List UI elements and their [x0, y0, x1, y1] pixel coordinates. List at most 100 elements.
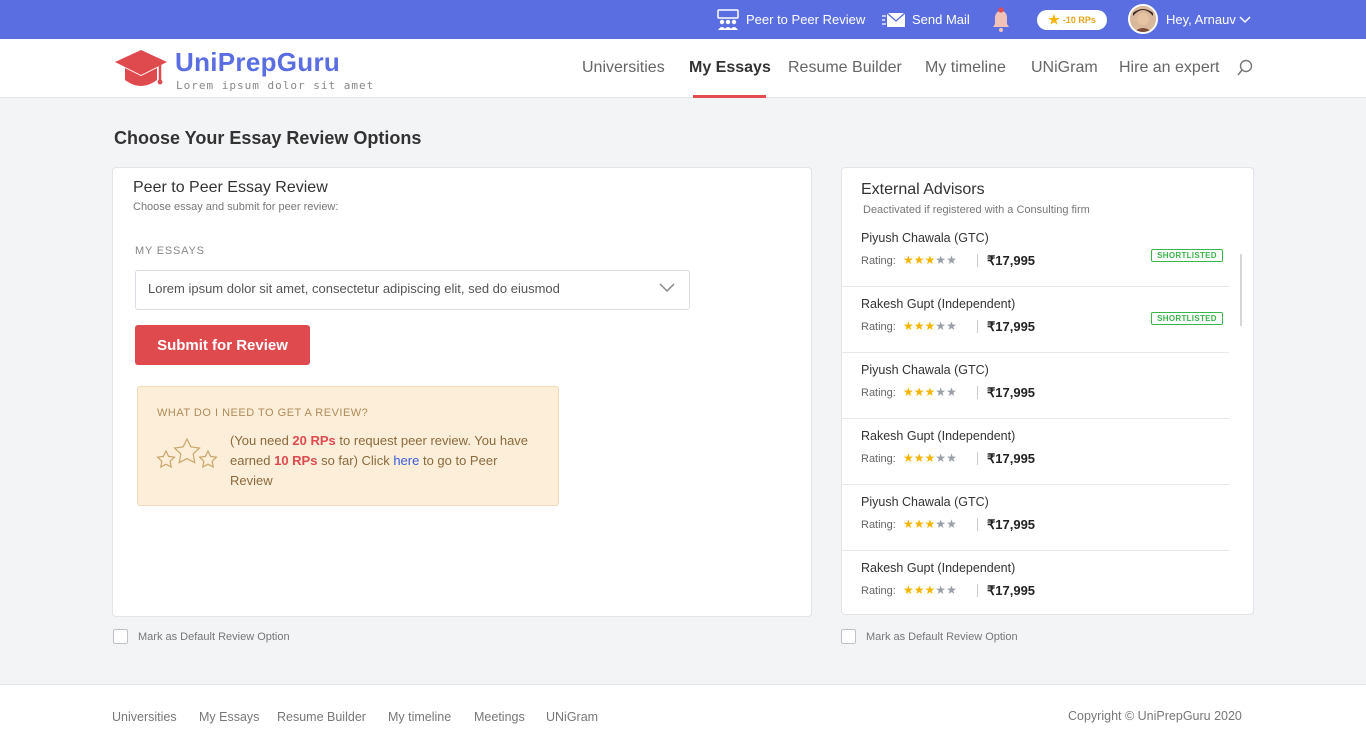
rp-earned-value: 10 RPs — [274, 453, 318, 468]
divider — [977, 584, 978, 597]
peer-review-link[interactable]: Peer to Peer Review — [716, 0, 865, 39]
copyright-text: Copyright © UniPrepGuru 2020 — [1068, 709, 1242, 723]
footer-link-resume-builder[interactable]: Resume Builder — [277, 710, 366, 724]
external-default-checkbox[interactable] — [841, 629, 856, 644]
external-advisors-subtitle: Deactivated if registered with a Consult… — [863, 204, 1090, 216]
rating-label: Rating: — [861, 387, 896, 399]
advisor-price: ₹17,995 — [987, 319, 1036, 334]
footer-link-my-timeline[interactable]: My timeline — [388, 710, 451, 724]
chevron-down-icon — [1239, 15, 1251, 23]
peer-review-here-link[interactable]: here — [393, 453, 419, 468]
peer-default-checkbox[interactable] — [113, 629, 128, 644]
info-text-part: (You need — [230, 433, 293, 448]
brand-tagline: Lorem ipsum dolor sit amet — [176, 79, 375, 92]
logo-mark[interactable] — [114, 48, 168, 97]
nav-universities[interactable]: Universities — [582, 39, 665, 98]
rating-label: Rating: — [861, 585, 896, 597]
star-filled-icon: ★ — [924, 517, 936, 531]
footer-link-universities[interactable]: Universities — [112, 710, 177, 724]
footer-link-my-essays[interactable]: My Essays — [199, 710, 259, 724]
star-empty-icon: ★ — [946, 253, 957, 267]
rating-label: Rating: — [861, 453, 896, 465]
advisor-row[interactable]: Piyush Chawala (GTC) Rating: ★★★★★ ₹17,995 S… — [842, 221, 1229, 287]
advisor-name[interactable]: Piyush Chawala (GTC) — [861, 231, 989, 245]
footer-link-unigram[interactable]: UNiGram — [546, 710, 598, 724]
star-filled-icon: ★ — [913, 253, 925, 267]
peer-review-card: Peer to Peer Essay Review Choose essay a… — [112, 167, 812, 617]
advisor-name[interactable]: Rakesh Gupt (Independent) — [861, 561, 1015, 575]
active-nav-indicator — [693, 95, 766, 98]
star-filled-icon: ★ — [924, 253, 936, 267]
shortlisted-badge: SHORTLISTED — [1151, 312, 1223, 325]
star-icon: ★ — [1048, 12, 1060, 27]
advisor-name[interactable]: Piyush Chawala (GTC) — [861, 495, 989, 509]
star-empty-icon: ★ — [935, 451, 947, 465]
mail-icon — [882, 11, 906, 27]
advisor-row[interactable]: Rakesh Gupt (Independent) Rating: ★★★★★ ₹17… — [842, 287, 1229, 353]
submit-for-review-button[interactable]: Submit for Review — [135, 325, 310, 365]
advisor-name[interactable]: Rakesh Gupt (Independent) — [861, 297, 1015, 311]
peer-review-subtitle: Choose essay and submit for peer review: — [133, 201, 339, 213]
rating-stars: ★★★★★ — [903, 517, 957, 531]
star-filled-icon: ★ — [903, 385, 914, 399]
review-requirements-text: (You need 20 RPs to request peer review.… — [230, 431, 540, 491]
advisor-price: ₹17,995 — [987, 385, 1036, 400]
rating-label: Rating: — [861, 321, 896, 333]
star-filled-icon: ★ — [903, 253, 914, 267]
advisor-price: ₹17,995 — [987, 583, 1036, 598]
send-mail-link[interactable]: Send Mail — [882, 0, 970, 39]
external-default-option[interactable]: Mark as Default Review Option — [841, 629, 1018, 644]
star-empty-icon: ★ — [946, 385, 957, 399]
rp-needed-value: 20 RPs — [292, 433, 336, 448]
advisor-name[interactable]: Rakesh Gupt (Independent) — [861, 429, 1015, 443]
star-empty-icon: ★ — [935, 319, 947, 333]
shortlisted-badge: SHORTLISTED — [1151, 249, 1223, 262]
advisor-price: ₹17,995 — [987, 253, 1036, 268]
advisor-list-scrollbar[interactable] — [1240, 254, 1242, 326]
star-filled-icon: ★ — [913, 583, 925, 597]
nav-resume-builder[interactable]: Resume Builder — [788, 39, 902, 98]
stars-icon — [156, 437, 218, 469]
divider — [977, 254, 978, 267]
user-menu[interactable]: Hey, Arnauv — [1166, 0, 1251, 39]
notifications-button[interactable] — [990, 0, 1018, 39]
rating-label: Rating: — [861, 255, 896, 267]
rating-stars: ★★★★★ — [903, 319, 957, 333]
rating-stars: ★★★★★ — [903, 451, 957, 465]
advisor-row[interactable]: Rakesh Gupt (Independent) Rating: ★★★★★ ₹17… — [842, 419, 1229, 485]
rating-stars: ★★★★★ — [903, 385, 957, 399]
advisor-row[interactable]: Piyush Chawala (GTC) Rating: ★★★★★ ₹17,995 — [842, 353, 1229, 419]
footer-link-meetings[interactable]: Meetings — [474, 710, 525, 724]
essay-select[interactable]: Lorem ipsum dolor sit amet, consectetur … — [135, 270, 690, 310]
nav-my-essays[interactable]: My Essays — [689, 39, 771, 98]
advisor-row[interactable]: Piyush Chawala (GTC) Rating: ★★★★★ ₹17,995 — [842, 485, 1229, 551]
star-filled-icon: ★ — [924, 319, 936, 333]
star-filled-icon: ★ — [924, 451, 936, 465]
divider — [977, 320, 978, 333]
chevron-down-icon — [659, 283, 675, 293]
divider — [977, 386, 978, 399]
search-icon — [1237, 59, 1253, 76]
nav-my-timeline[interactable]: My timeline — [925, 39, 1006, 98]
star-filled-icon: ★ — [913, 517, 925, 531]
avatar[interactable] — [1128, 4, 1158, 34]
external-advisors-title: External Advisors — [861, 181, 985, 198]
my-essays-label: MY ESSAYS — [135, 245, 205, 257]
nav-unigram[interactable]: UNiGram — [1031, 39, 1098, 98]
nav-hire-expert[interactable]: Hire an expert — [1119, 39, 1220, 98]
rp-balance-badge[interactable]: ★ -10 RPs — [1037, 10, 1107, 30]
peer-default-option[interactable]: Mark as Default Review Option — [113, 629, 290, 644]
external-default-label: Mark as Default Review Option — [866, 630, 1018, 643]
divider — [977, 452, 978, 465]
rating-stars: ★★★★★ — [903, 583, 957, 597]
star-filled-icon: ★ — [903, 451, 914, 465]
search-button[interactable] — [1237, 59, 1253, 81]
brand-name[interactable]: UniPrepGuru — [175, 47, 340, 78]
advisor-name[interactable]: Piyush Chawala (GTC) — [861, 363, 989, 377]
advisor-row[interactable]: Rakesh Gupt (Independent) Rating: ★★★★★ ₹17… — [842, 551, 1229, 614]
star-empty-icon: ★ — [935, 583, 947, 597]
star-empty-icon: ★ — [935, 253, 947, 267]
advisor-price: ₹17,995 — [987, 517, 1036, 532]
send-mail-label: Send Mail — [912, 12, 970, 27]
external-advisors-card: External Advisors Deactivated if registe… — [841, 167, 1254, 615]
